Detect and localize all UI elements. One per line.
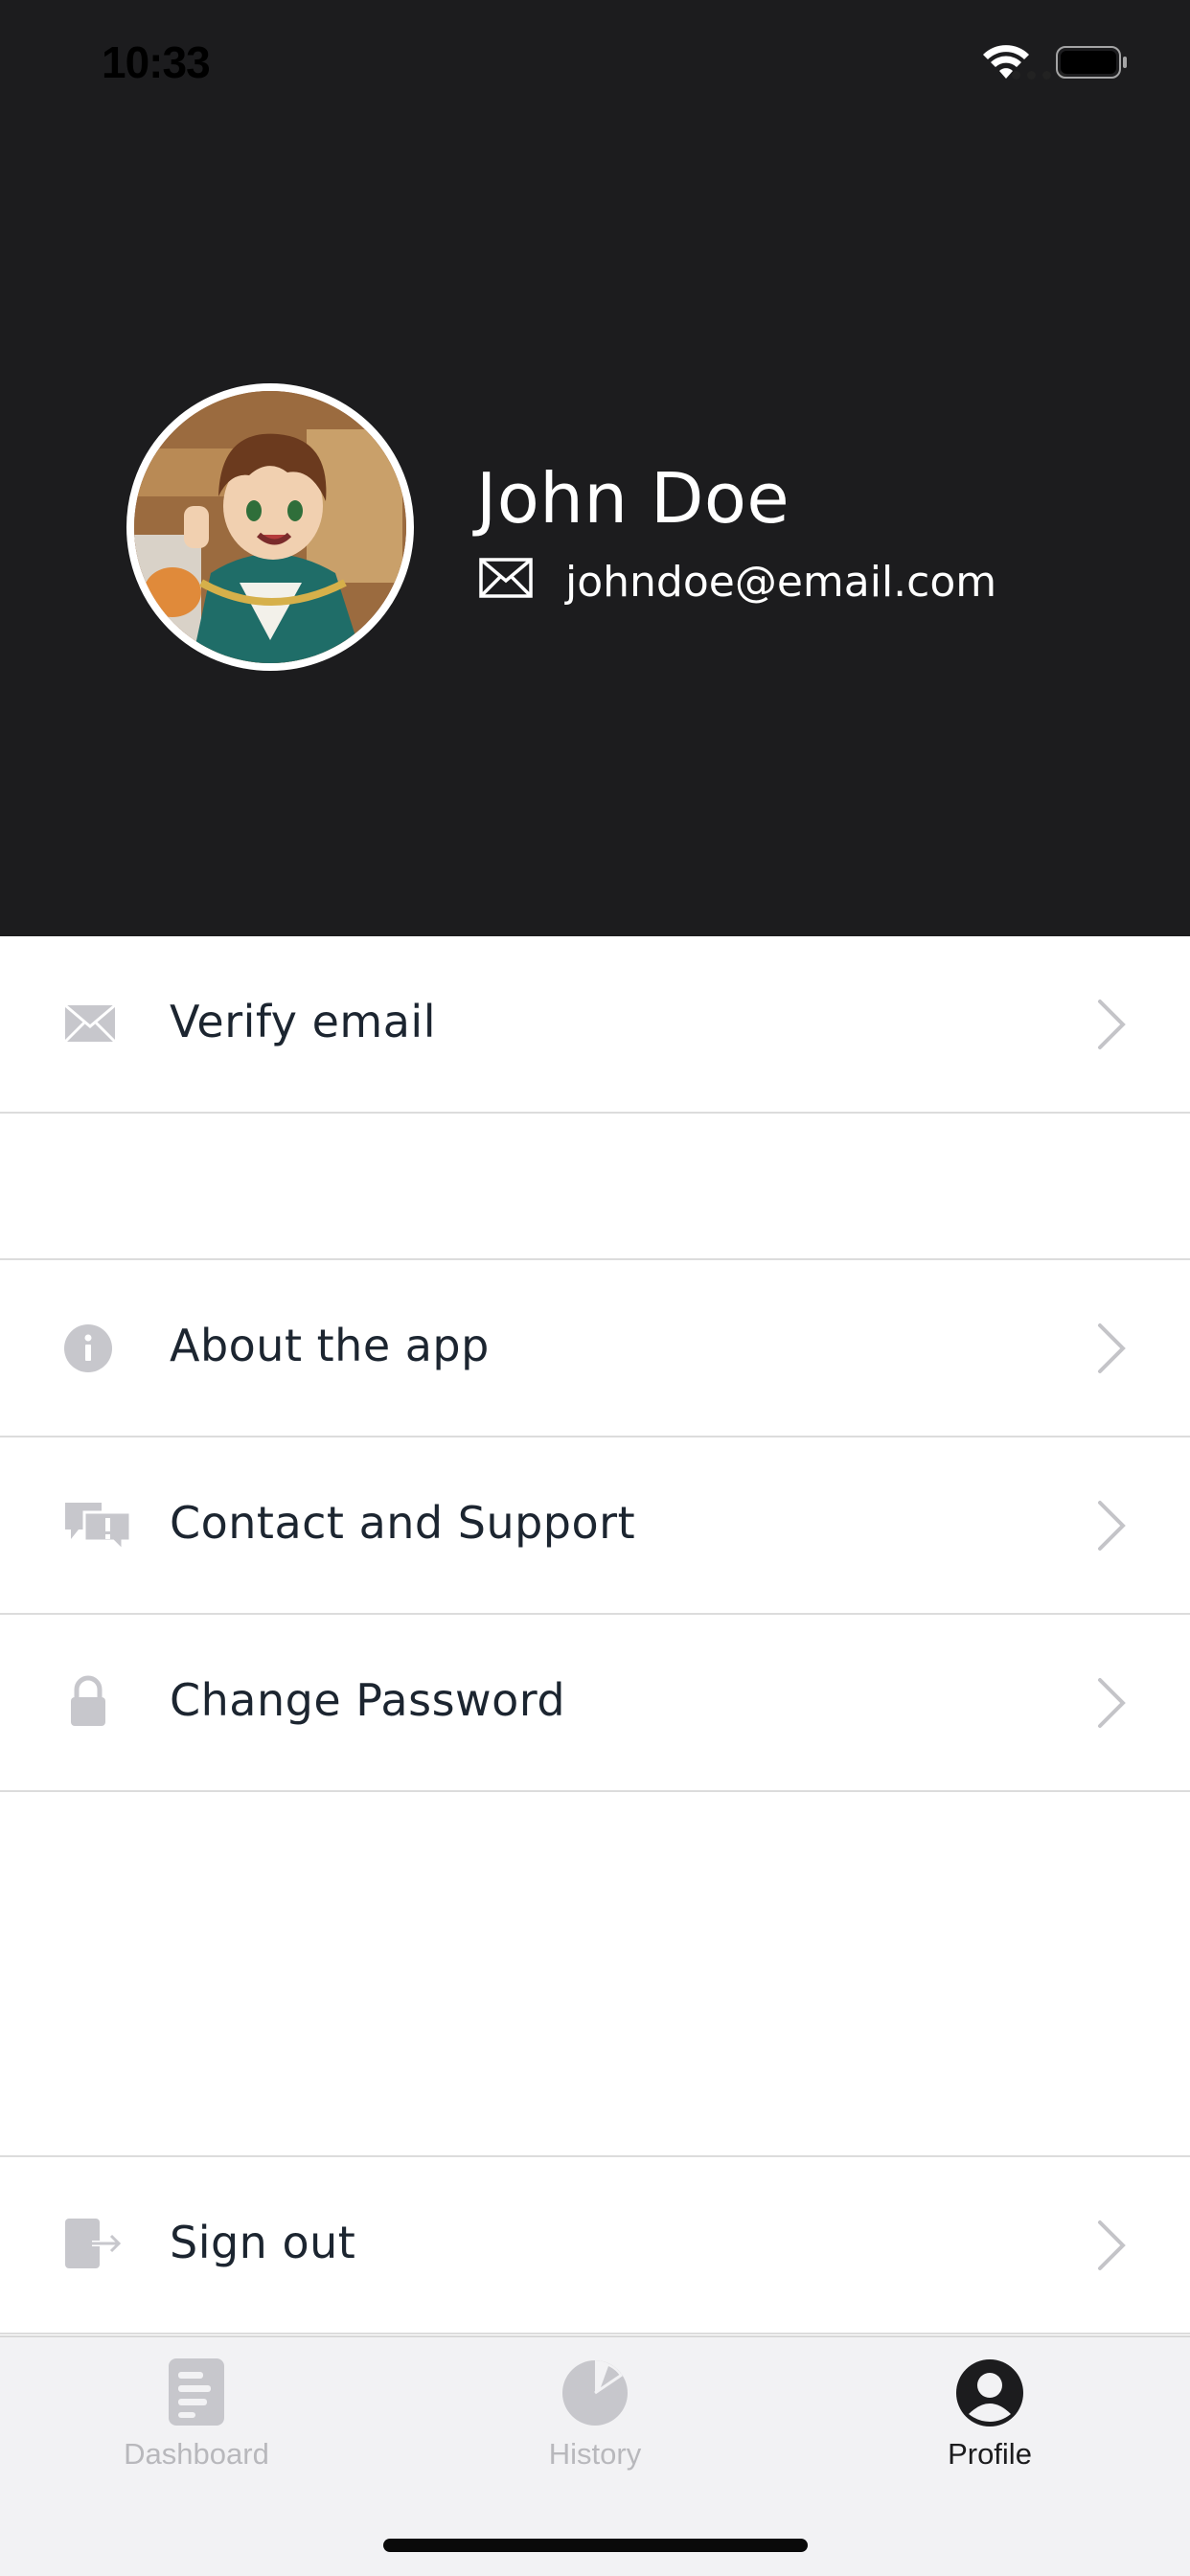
- tab-label: History: [548, 2437, 642, 2471]
- envelope-icon: [63, 1003, 117, 1044]
- menu-change-password[interactable]: Change Password: [0, 1615, 1190, 1792]
- envelope-icon: [479, 558, 533, 598]
- user-name: John Doe: [476, 458, 790, 539]
- menu-label: Sign out: [170, 2217, 356, 2268]
- menu-contact-support[interactable]: Contact and Support: [0, 1438, 1190, 1615]
- info-icon: [64, 1324, 112, 1372]
- tab-history[interactable]: History: [475, 2337, 715, 2491]
- chevron-right-icon: [1098, 1678, 1126, 1728]
- lock-icon: [71, 1675, 105, 1726]
- tab-profile[interactable]: Profile: [870, 2337, 1110, 2491]
- avatar-image: [134, 391, 406, 663]
- user-email: johndoe@email.com: [565, 558, 997, 607]
- menu-label: About the app: [170, 1320, 490, 1371]
- chevron-right-icon: [1098, 1323, 1126, 1373]
- chevron-right-icon: [1098, 1000, 1126, 1049]
- battery-icon: [1056, 46, 1127, 79]
- chat-alert-icon: [65, 1503, 132, 1551]
- menu-about-app[interactable]: About the app: [0, 1260, 1190, 1438]
- avatar[interactable]: [126, 383, 414, 671]
- tab-dashboard[interactable]: Dashboard: [77, 2337, 316, 2491]
- sign-out-icon: [65, 2219, 124, 2268]
- tab-label: Profile: [948, 2437, 1032, 2471]
- profile-header: 10:33 John Doe johndoe@email.com: [0, 0, 1190, 936]
- document-icon: [169, 2358, 224, 2426]
- wifi-icon: [983, 45, 1029, 79]
- status-time: 10:33: [102, 37, 211, 87]
- menu-label: Verify email: [170, 996, 436, 1047]
- menu-sign-out[interactable]: Sign out: [0, 2157, 1190, 2334]
- tab-label: Dashboard: [124, 2437, 269, 2471]
- menu-label: Change Password: [170, 1674, 566, 1726]
- chevron-right-icon: [1098, 1501, 1126, 1551]
- pie-chart-icon: [562, 2360, 628, 2426]
- menu-label: Contact and Support: [170, 1497, 636, 1549]
- menu-verify-email[interactable]: Verify email: [0, 936, 1190, 1114]
- home-indicator: [383, 2539, 808, 2552]
- user-circle-icon: [956, 2359, 1023, 2426]
- chevron-right-icon: [1098, 2220, 1126, 2270]
